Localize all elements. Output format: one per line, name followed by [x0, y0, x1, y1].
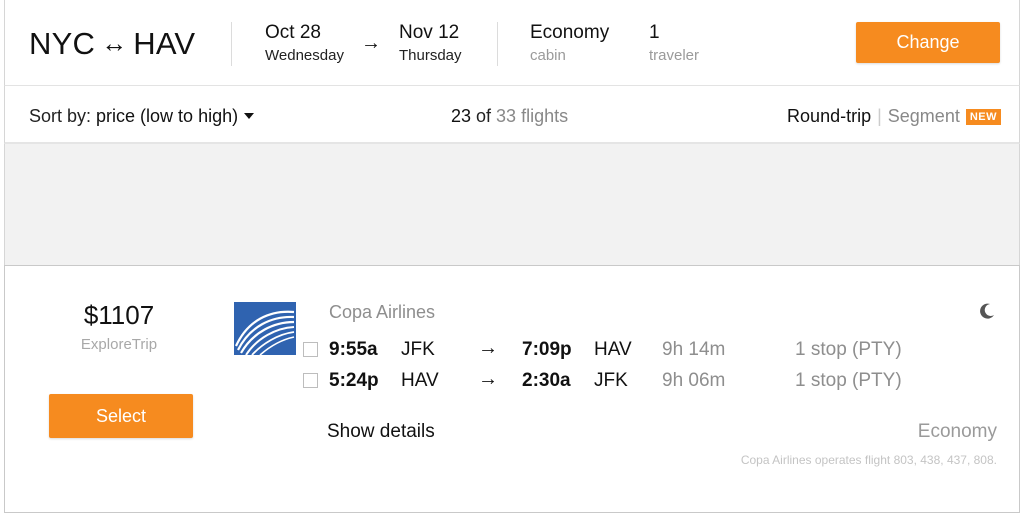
arrow-right-icon: → — [478, 337, 498, 359]
sort-prefix: Sort by: — [29, 106, 97, 126]
header-divider — [231, 22, 232, 66]
select-button[interactable]: Select — [49, 394, 193, 438]
trip-mode-toggle: Round-trip | Segment NEW — [787, 106, 1001, 127]
leg-checkbox[interactable] — [303, 342, 318, 357]
header-divider — [497, 22, 498, 66]
segment-option[interactable]: Segment — [888, 106, 960, 126]
cabin-class: Economy — [917, 421, 997, 442]
new-badge: NEW — [965, 109, 1001, 125]
depart-day: Wednesday — [265, 47, 344, 64]
flight-results-page: NYC ↔ HAV Oct 28 Wednesday → Nov 12 Thursd… — [4, 0, 1020, 513]
cabin-value: Economy — [530, 22, 610, 43]
arrow-right-icon: → — [478, 368, 498, 390]
arrive-time: 2:30a — [522, 370, 571, 391]
cabin-field[interactable]: Economy cabin — [530, 22, 609, 64]
destination-code: HAV — [133, 26, 196, 61]
airline-logo-graphic — [234, 302, 296, 355]
operated-by-note: Copa Airlines operates flight 803, 438, … — [740, 453, 997, 467]
depart-date: Oct 28 — [265, 22, 321, 43]
copa-airlines-logo — [234, 302, 296, 355]
origin-code: NYC — [29, 26, 96, 61]
stops: 1 stop (PTY) — [795, 370, 902, 391]
from-airport: JFK — [401, 339, 435, 360]
route-summary[interactable]: NYC ↔ HAV — [29, 26, 195, 62]
roundtrip-option[interactable]: Round-trip — [787, 106, 871, 126]
to-airport: HAV — [594, 339, 632, 360]
flight-leg-return: 5:24p HAV → 2:30a JFK 9h 06m 1 stop (PTY… — [303, 368, 1003, 393]
duration: 9h 06m — [662, 370, 726, 391]
arrive-time: 7:09p — [522, 339, 572, 360]
sort-value: price (low to high) — [96, 106, 239, 126]
return-date: Nov 12 — [399, 22, 460, 43]
return-date-field[interactable]: Nov 12 Thursday — [399, 22, 462, 64]
flight-result-card: $1107 ExploreTrip Select Copa Airlines 9… — [4, 265, 1020, 513]
from-airport: HAV — [401, 370, 439, 391]
shown-count: 23 — [451, 106, 472, 126]
results-spacer — [4, 144, 1020, 265]
of-label: of — [471, 106, 497, 126]
mode-divider: | — [877, 106, 882, 126]
cabin-label: cabin — [530, 47, 566, 64]
search-summary-header: NYC ↔ HAV Oct 28 Wednesday → Nov 12 Thursd… — [4, 0, 1020, 86]
travelers-field[interactable]: 1 traveler — [649, 22, 699, 64]
caret-down-icon — [244, 113, 255, 119]
moon-icon — [978, 302, 996, 320]
total-flights: 33 flights — [496, 106, 569, 126]
leg-checkbox[interactable] — [303, 373, 318, 388]
travelers-value: 1 — [649, 22, 660, 43]
sort-bar: Sort by: price (low to high) 23 of 33 fl… — [4, 86, 1020, 144]
depart-time: 5:24p — [329, 370, 379, 391]
return-day: Thursday — [399, 47, 462, 64]
results-count: 23 of 33 flights — [451, 106, 568, 127]
show-details-link[interactable]: Show details — [327, 421, 435, 443]
depart-date-field[interactable]: Oct 28 Wednesday — [265, 22, 344, 64]
to-airport: JFK — [594, 370, 628, 391]
depart-time: 9:55a — [329, 339, 378, 360]
change-search-button[interactable]: Change — [856, 22, 1000, 63]
travelers-label: traveler — [649, 47, 700, 64]
sort-dropdown[interactable]: Sort by: price (low to high) — [29, 106, 255, 127]
duration: 9h 14m — [662, 339, 726, 360]
roundtrip-arrows-icon: ↔ — [101, 28, 128, 58]
stops: 1 stop (PTY) — [795, 339, 902, 360]
airline-name: Copa Airlines — [329, 302, 436, 322]
flight-leg-outbound: 9:55a JFK → 7:09p HAV 9h 14m 1 stop (PTY… — [303, 337, 1003, 362]
price: $1107 — [83, 300, 155, 330]
provider-name: ExploreTrip — [80, 336, 158, 353]
date-arrow-icon: → — [361, 32, 381, 54]
